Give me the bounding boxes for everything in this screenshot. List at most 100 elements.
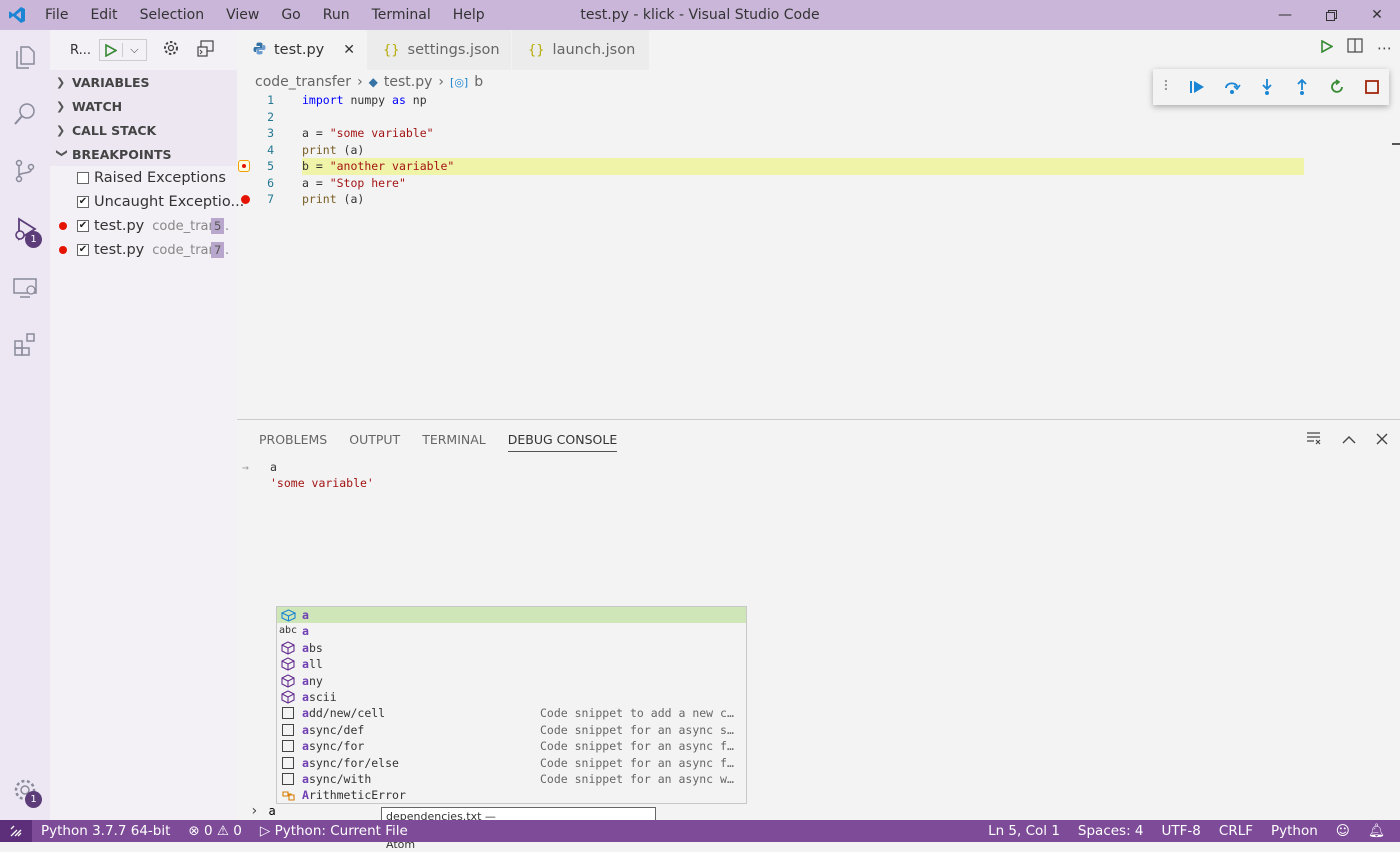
notifications-icon[interactable]: 🔔︎	[1359, 823, 1394, 839]
python-icon: ◆	[369, 75, 378, 89]
menu-terminal[interactable]: Terminal	[361, 0, 442, 30]
tab-debug-console[interactable]: DEBUG CONSOLE	[508, 432, 617, 452]
suggestion-label: async/def	[302, 722, 364, 738]
breakpoint-checkbox[interactable]: ✔	[77, 244, 89, 256]
cursor-position[interactable]: Ln 5, Col 1	[979, 823, 1069, 839]
feedback-icon[interactable]: ☺	[1327, 823, 1359, 839]
breakpoints-section-header[interactable]: ❯BREAKPOINTS	[50, 142, 237, 166]
debug-config-status[interactable]: ▷ Python: Current File	[251, 823, 417, 839]
json-icon: {}	[383, 43, 400, 58]
split-editor-icon[interactable]	[1347, 38, 1363, 57]
chevron-right-icon: ›	[357, 74, 363, 90]
suggestion-item[interactable]: abs	[277, 640, 746, 656]
minimize-icon[interactable]: —	[1262, 0, 1308, 30]
encoding[interactable]: UTF-8	[1153, 823, 1210, 839]
watch-section-header[interactable]: ❯WATCH	[50, 94, 237, 118]
suggestion-item[interactable]: all	[277, 656, 746, 672]
manage-gear-icon[interactable]: 1	[0, 765, 50, 815]
tab-test-py[interactable]: test.py ✕	[237, 30, 367, 70]
snippet-icon	[280, 772, 296, 786]
menu-edit[interactable]: Edit	[79, 0, 128, 30]
tab-settings-json[interactable]: {} settings.json	[367, 30, 511, 70]
remote-icon[interactable]	[0, 820, 32, 842]
suggestion-item[interactable]: async/defCode snippet for an async st…	[277, 722, 746, 738]
suggestion-item[interactable]: ascii	[277, 689, 746, 705]
suggestion-label: all	[302, 656, 323, 672]
breakpoint-checkbox[interactable]: ✔	[77, 196, 89, 208]
suggestion-item[interactable]: async/withCode snippet for an async wi…	[277, 771, 746, 787]
start-debugging-icon[interactable]	[100, 44, 122, 57]
title-bar: File Edit Selection View Go Run Terminal…	[0, 0, 1400, 30]
menu-run[interactable]: Run	[312, 0, 361, 30]
suggestion-item[interactable]: async/for/elseCode snippet for an async …	[277, 755, 746, 771]
code-line: 4 print (a)	[237, 142, 1392, 159]
debug-console-icon[interactable]	[197, 40, 214, 61]
menu-view[interactable]: View	[215, 0, 270, 30]
breakpoint-checkbox[interactable]: ✔	[77, 220, 89, 232]
restore-icon[interactable]	[1308, 0, 1354, 30]
maximize-panel-icon[interactable]	[1342, 430, 1356, 449]
close-tab-icon[interactable]: ✕	[343, 42, 355, 58]
chevron-down-icon[interactable]: ⌵	[122, 43, 146, 57]
code-line: 7 print (a)	[237, 191, 1392, 208]
breakpoint-item[interactable]: ✔ test.pycode_tran... 7	[50, 238, 237, 262]
explorer-icon[interactable]	[0, 32, 50, 82]
python-interpreter[interactable]: Python 3.7.7 64-bit	[32, 823, 179, 839]
snippet-icon	[280, 739, 296, 753]
close-panel-icon[interactable]	[1376, 430, 1388, 449]
breakpoint-line-badge: 5	[211, 218, 224, 234]
run-debug-icon[interactable]: 1	[0, 205, 50, 255]
breakpoint-file: test.py	[94, 218, 144, 234]
tab-problems[interactable]: PROBLEMS	[259, 432, 327, 452]
end-of-line[interactable]: CRLF	[1210, 823, 1262, 839]
settings-badge: 1	[25, 791, 42, 808]
suggestion-description: Code snippet for an async wi…	[540, 771, 740, 787]
clear-console-icon[interactable]	[1306, 430, 1322, 449]
run-file-icon[interactable]	[1321, 38, 1333, 57]
call-stack-section-header[interactable]: ❯CALL STACK	[50, 118, 237, 142]
vscode-logo-icon[interactable]	[0, 0, 34, 30]
breadcrumb-folder[interactable]: code_transfer	[255, 74, 351, 90]
gear-icon[interactable]	[163, 40, 179, 60]
search-icon[interactable]	[0, 89, 50, 139]
breadcrumb-symbol[interactable]: b	[474, 74, 483, 90]
suggestion-item[interactable]: abca	[277, 623, 746, 639]
language-mode[interactable]: Python	[1262, 823, 1327, 839]
console-output: 'some variable'	[270, 476, 374, 490]
indentation[interactable]: Spaces: 4	[1069, 823, 1153, 839]
tab-launch-json[interactable]: {} launch.json	[512, 30, 649, 70]
code-editor[interactable]: 1 import numpy as np 2 3 a = "some varia…	[237, 92, 1392, 208]
remote-explorer-icon[interactable]	[0, 263, 50, 313]
window-controls: — ✕	[1262, 0, 1400, 30]
more-actions-icon[interactable]: ⋯	[1377, 39, 1392, 57]
menu-file[interactable]: File	[34, 0, 79, 30]
menu-help[interactable]: Help	[442, 0, 496, 30]
console-input[interactable]: › a	[250, 803, 276, 819]
suggestion-item[interactable]: async/forCode snippet for an async fo…	[277, 738, 746, 754]
panel-actions	[1306, 430, 1388, 449]
breakpoint-item[interactable]: ✔ Uncaught Exceptio...	[50, 190, 237, 214]
tab-terminal[interactable]: TERMINAL	[422, 432, 486, 452]
menu-selection[interactable]: Selection	[129, 0, 216, 30]
console-input-value[interactable]: a	[268, 804, 275, 818]
problems-indicator[interactable]: ⊗ 0 ⚠ 0	[179, 823, 251, 839]
suggestion-label: a	[302, 607, 309, 623]
suggestion-item[interactable]: any	[277, 673, 746, 689]
breakpoint-checkbox[interactable]	[77, 172, 89, 184]
suggestion-item[interactable]: add/new/cellCode snippet to add a new ce…	[277, 705, 746, 721]
menu-go[interactable]: Go	[270, 0, 311, 30]
close-window-icon[interactable]: ✕	[1354, 0, 1400, 30]
variables-section-header[interactable]: ❯VARIABLES	[50, 70, 237, 94]
run-config-dropdown[interactable]: ⌵	[99, 39, 147, 61]
suggestion-label: async/for	[302, 738, 364, 754]
suggestion-label: any	[302, 673, 323, 689]
suggestion-item[interactable]: ArithmeticError	[277, 787, 746, 803]
breadcrumb-file[interactable]: test.py	[384, 74, 433, 90]
breakpoint-item[interactable]: ✔ test.pycode_tran... 5	[50, 214, 237, 238]
tab-output[interactable]: OUTPUT	[349, 432, 400, 452]
breakpoint-item[interactable]: Raised Exceptions	[50, 166, 237, 190]
suggestion-item[interactable]: a	[277, 607, 746, 623]
source-control-icon[interactable]	[0, 146, 50, 196]
extensions-icon[interactable]	[0, 319, 50, 369]
suggestion-label: abs	[302, 640, 323, 656]
